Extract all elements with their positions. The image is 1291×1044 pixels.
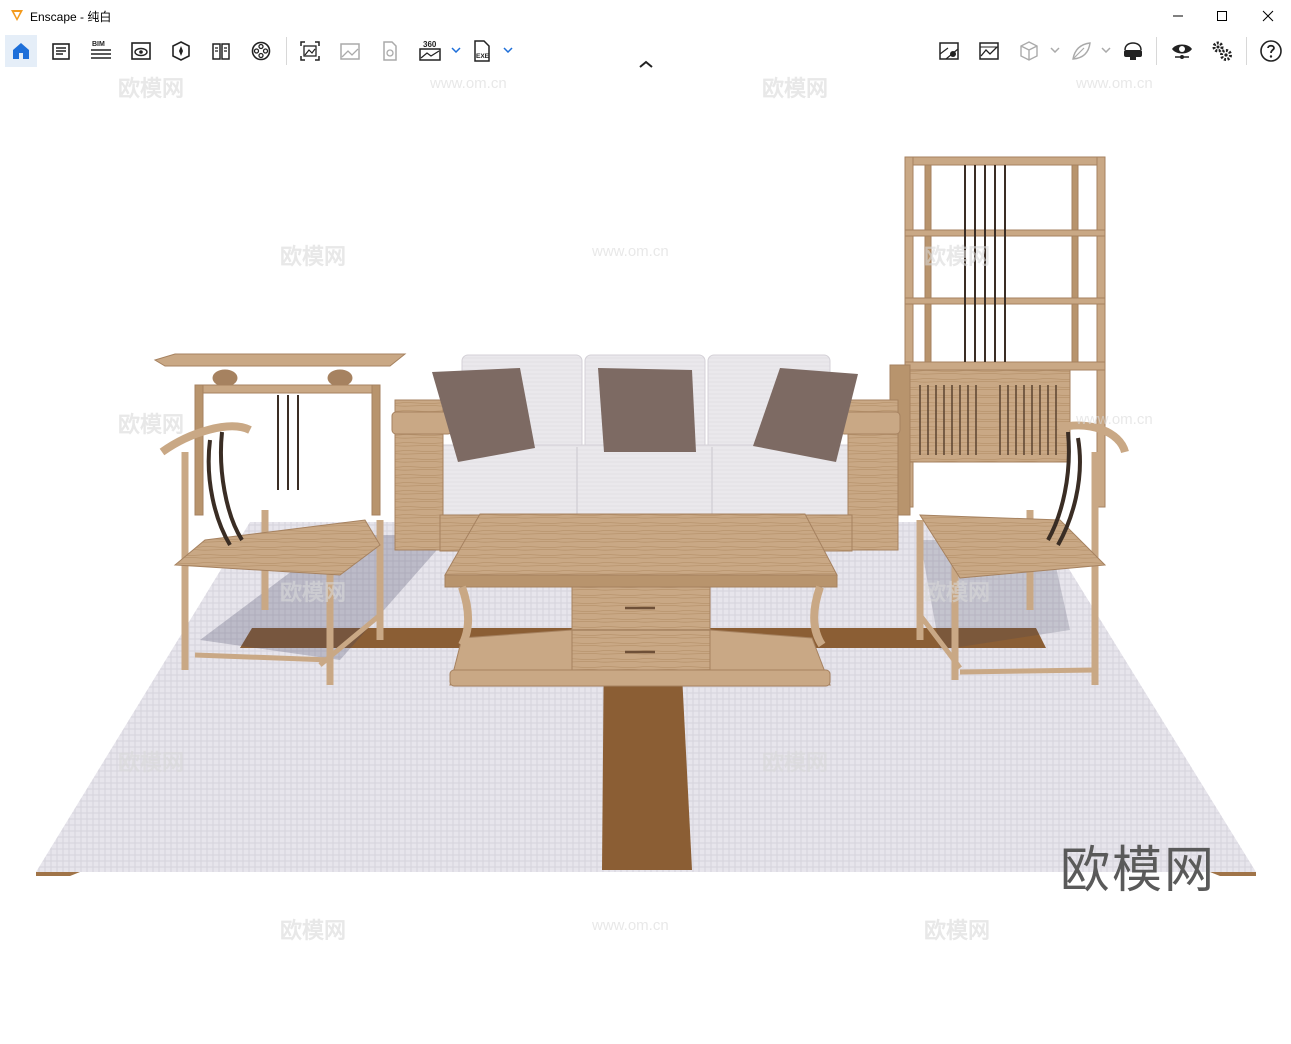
bim-icon: BIM [91,41,111,59]
map-pin-button[interactable] [933,35,965,67]
cube-button[interactable] [1013,35,1045,67]
view-settings-icon [131,42,151,60]
leaf-dropdown[interactable] [1100,42,1112,58]
watermark: 欧模网 [924,580,991,605]
watermark-url: www.om.cn [430,75,507,92]
eye-icon [1172,44,1192,59]
screenshot-button[interactable] [294,35,326,67]
home-icon [13,43,29,59]
maximize-icon [1217,10,1227,21]
exe-export-icon: EXE [474,40,490,62]
watermark: 欧模网 [280,918,347,943]
settings-button[interactable] [1206,35,1238,67]
help-icon [1260,40,1282,62]
panorama-dropdown[interactable] [450,42,462,58]
video-reel-icon [251,41,271,61]
bim-button[interactable]: BIM [85,35,117,67]
export-file-icon [383,41,397,61]
notes-button[interactable] [45,35,77,67]
panorama-360-icon: 360 [419,40,441,61]
watermark: 欧模网 [118,412,185,437]
close-icon [1262,10,1274,21]
panorama-360-button[interactable]: 360 [414,35,446,67]
watermark-url: www.om.cn [1076,411,1153,428]
svg-text:EXE: EXE [476,53,490,60]
settings-gears-icon [1212,41,1232,61]
cushion-center [598,368,696,452]
toolbar-separator [286,37,287,65]
asset-library-button[interactable] [165,35,197,67]
maximize-button[interactable] [1199,0,1245,31]
export-file-button[interactable] [374,35,406,67]
vr-headset-button[interactable] [1117,35,1149,67]
watermark-url: www.om.cn [1076,75,1153,92]
map-pin-icon [939,42,959,60]
book-icon [212,43,230,60]
notes-icon [52,43,70,60]
gallery-button[interactable] [334,35,366,67]
image-view-icon [979,42,999,60]
title-bar: Enscape - 纯白 [0,0,1291,31]
asset-library-icon [172,41,190,61]
screenshot-icon [300,41,320,61]
watermark: 欧模网 [924,918,991,943]
chevron-down-icon [1101,47,1111,53]
help-button[interactable] [1255,35,1287,67]
watermark: 欧模网 [924,244,991,269]
bookshelf [889,156,1106,516]
eye-button[interactable] [1166,35,1198,67]
close-button[interactable] [1245,0,1291,31]
home-button[interactable] [5,35,37,67]
chevron-down-icon [1050,47,1060,53]
leaf-icon [1072,42,1091,60]
watermark-url: www.om.cn [592,917,669,934]
watermark: 欧模网 [118,76,185,101]
watermark: 欧模网 [762,750,829,775]
render-viewport[interactable]: 欧模网 www.om.cn 欧模网 www.om.cn 欧模网 www.om.c… [0,71,1291,1039]
view-settings-button[interactable] [125,35,157,67]
chevron-down-icon [451,47,461,53]
exe-export-button[interactable]: EXE [466,35,498,67]
svg-text:360: 360 [423,40,437,49]
enscape-logo-icon [11,10,23,21]
watermark: 欧模网 [118,750,185,775]
svg-text:BIM: BIM [92,41,105,48]
toolbar-separator [1246,37,1247,65]
minimize-button[interactable] [1155,0,1201,31]
watermark: 欧模网 [762,76,829,101]
watermark-url: www.om.cn [592,243,669,260]
gallery-icon [340,43,360,60]
minimize-icon [1173,15,1183,16]
cube-icon [1020,41,1038,61]
video-reel-button[interactable] [245,35,277,67]
watermark: 欧模网 [280,580,347,605]
exe-dropdown[interactable] [502,42,514,58]
vr-headset-icon [1124,42,1142,60]
cube-dropdown[interactable] [1049,42,1061,58]
leaf-button[interactable] [1065,35,1097,67]
toolbar-separator [1156,37,1157,65]
window-title: Enscape - 纯白 [30,10,112,24]
collapse-toolbar-icon[interactable] [636,58,656,70]
image-view-button[interactable] [973,35,1005,67]
brand-watermark: 欧模网 [1060,842,1216,898]
book-button[interactable] [205,35,237,67]
watermark: 欧模网 [280,244,347,269]
chevron-down-icon [503,47,513,53]
